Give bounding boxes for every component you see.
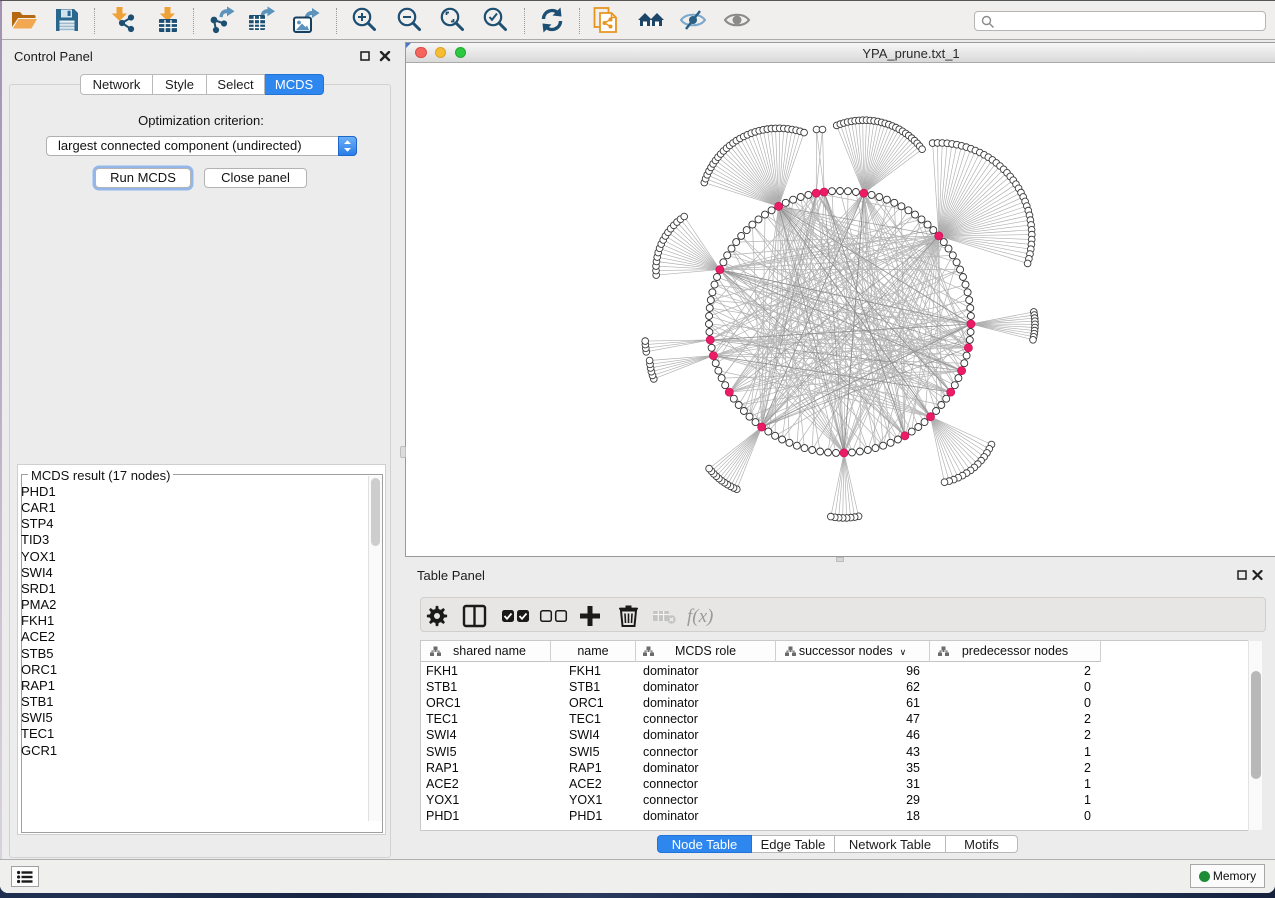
svg-text:f(x): f(x)	[687, 606, 713, 627]
